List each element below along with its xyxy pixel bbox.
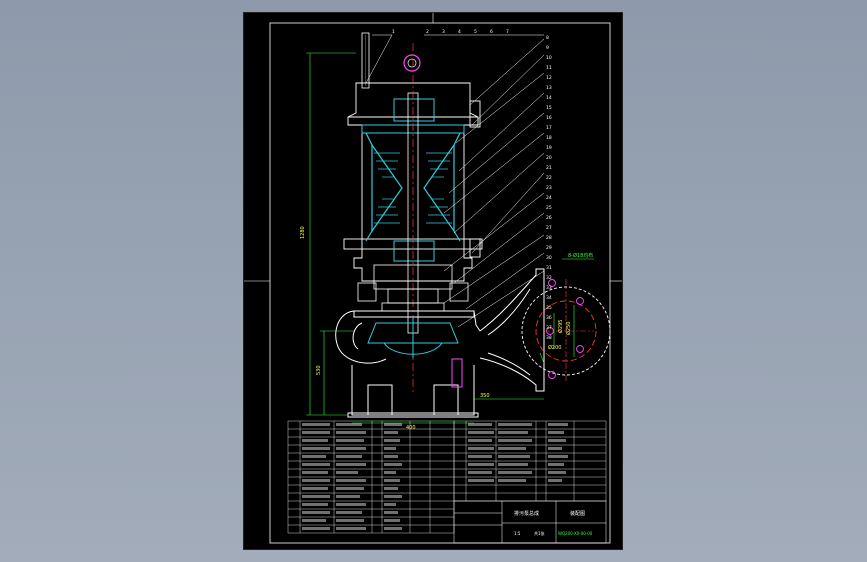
dim-lower-height: 530 bbox=[316, 365, 322, 375]
drawing-sheet: 1280 530 400 350 Ø295 Ø250 Ø200 8-Ø18均布 … bbox=[243, 12, 623, 550]
dim-base-width: 400 bbox=[406, 425, 416, 431]
balloon-33: 33 bbox=[546, 285, 552, 291]
balloon-26: 26 bbox=[546, 215, 552, 221]
balloon-27: 27 bbox=[546, 225, 552, 231]
balloon-21: 21 bbox=[546, 165, 552, 171]
impeller bbox=[367, 317, 459, 358]
balloon-11: 11 bbox=[546, 65, 552, 71]
balloon-28: 28 bbox=[546, 235, 552, 241]
balloon-29: 29 bbox=[546, 245, 552, 251]
balloon-9: 9 bbox=[546, 45, 549, 51]
balloon-20: 20 bbox=[546, 155, 552, 161]
balloon-2: 2 bbox=[426, 29, 429, 35]
lifting-handle bbox=[361, 32, 421, 89]
balloon-17: 17 bbox=[546, 125, 552, 131]
balloon-14: 14 bbox=[546, 95, 552, 101]
balloon-34: 34 bbox=[546, 295, 552, 301]
drawing-number: WQ200-XX-00-00 bbox=[558, 531, 593, 536]
balloon-32: 32 bbox=[546, 275, 552, 281]
dim-flange-d2: Ø250 bbox=[565, 322, 572, 335]
balloon-16: 16 bbox=[546, 115, 552, 121]
balloon-12: 12 bbox=[546, 75, 552, 81]
balloon-6: 6 bbox=[490, 29, 493, 35]
title-block bbox=[453, 500, 607, 544]
drawing-name: 装配图 bbox=[570, 510, 585, 517]
balloon-23: 23 bbox=[546, 185, 552, 191]
scale-label: 1:5 bbox=[514, 531, 521, 536]
dim-outlet-dia: Ø200 bbox=[548, 344, 561, 351]
balloon-36: 36 bbox=[546, 315, 552, 321]
company-name: 排污泵总成 bbox=[514, 510, 539, 517]
cad-drawing: 1280 530 400 350 Ø295 Ø250 Ø200 8-Ø18均布 … bbox=[244, 13, 622, 544]
balloon-8: 8 bbox=[546, 35, 549, 41]
balloon-5: 5 bbox=[474, 29, 477, 35]
balloon-13: 13 bbox=[546, 85, 552, 91]
balloon-31: 31 bbox=[546, 265, 552, 271]
flange-note: 8-Ø18均布 bbox=[568, 252, 593, 259]
balloon-4: 4 bbox=[458, 29, 461, 35]
balloon-15: 15 bbox=[546, 105, 552, 111]
callout-balloons: 1 2 3 4 5 6 7 8 9 10 11 12 13 14 15 16 1… bbox=[392, 29, 552, 341]
volute-casing bbox=[335, 268, 545, 392]
balloon-35: 35 bbox=[546, 305, 552, 311]
balloon-30: 30 bbox=[546, 255, 552, 261]
dim-outlet-offset: 350 bbox=[480, 393, 490, 399]
dim-overall-height: 1280 bbox=[300, 226, 306, 239]
balloon-22: 22 bbox=[546, 175, 552, 181]
balloon-18: 18 bbox=[546, 135, 552, 141]
sheet-label: 共1张 bbox=[534, 530, 545, 536]
balloon-1: 1 bbox=[392, 29, 395, 35]
balloon-38: 38 bbox=[546, 335, 552, 341]
balloon-19: 19 bbox=[546, 145, 552, 151]
balloon-25: 25 bbox=[546, 205, 552, 211]
balloon-7: 7 bbox=[506, 29, 509, 35]
balloon-37: 37 bbox=[546, 325, 552, 331]
balloon-3: 3 bbox=[442, 29, 445, 35]
dim-flange-d1: Ø295 bbox=[557, 320, 564, 333]
balloon-10: 10 bbox=[546, 55, 552, 61]
balloon-24: 24 bbox=[546, 195, 552, 201]
parts-list bbox=[287, 420, 607, 534]
